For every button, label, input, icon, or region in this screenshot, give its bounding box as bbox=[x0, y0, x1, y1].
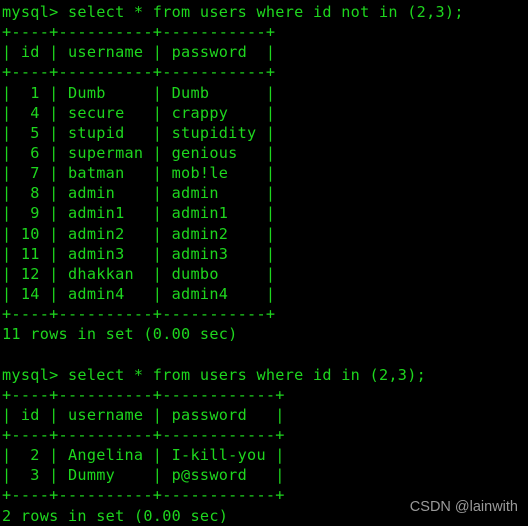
terminal-line: | 4 | secure | crappy | bbox=[2, 103, 276, 122]
terminal-line: | 6 | superman | genious | bbox=[2, 143, 276, 162]
terminal-line: | 10 | admin2 | admin2 | bbox=[2, 224, 276, 243]
terminal-line: | 1 | Dumb | Dumb | bbox=[2, 83, 276, 102]
terminal-screen[interactable]: mysql> select * from users where id not … bbox=[0, 0, 528, 526]
terminal-line: | 5 | stupid | stupidity | bbox=[2, 123, 276, 142]
terminal-line: 11 rows in set (0.00 sec) bbox=[2, 325, 238, 344]
terminal-line: +----+----------+-----------+ bbox=[2, 63, 276, 82]
terminal-output: mysql> select * from users where id not … bbox=[2, 2, 528, 526]
terminal-line: mysql> select * from users where id not … bbox=[2, 3, 464, 21]
terminal-line: | 9 | admin1 | admin1 | bbox=[2, 204, 276, 223]
terminal-line: | 11 | admin3 | admin3 | bbox=[2, 244, 276, 263]
terminal-line: +----+----------+-----------+ bbox=[2, 23, 276, 42]
terminal-line: | 14 | admin4 | admin4 | bbox=[2, 284, 276, 303]
terminal-line: | 12 | dhakkan | dumbo | bbox=[2, 264, 276, 283]
terminal-line: +----+----------+------------+ bbox=[2, 385, 285, 404]
terminal-line: mysql> select * from users where id in (… bbox=[2, 365, 427, 384]
terminal-line: | 8 | admin | admin | bbox=[2, 184, 276, 203]
terminal-line: | 3 | Dummy | p@ssword | bbox=[2, 466, 285, 485]
terminal-line: | 2 | Angelina | I-kill-you | bbox=[2, 446, 285, 465]
terminal-line: | id | username | password | bbox=[2, 405, 285, 424]
watermark-label: CSDN @lainwith bbox=[409, 499, 518, 515]
terminal-line: | 7 | batman | mob!le | bbox=[2, 164, 276, 183]
terminal-line: +----+----------+------------+ bbox=[2, 425, 285, 444]
terminal-line: +----+----------+-----------+ bbox=[2, 305, 276, 324]
terminal-line: | id | username | password | bbox=[2, 43, 276, 62]
